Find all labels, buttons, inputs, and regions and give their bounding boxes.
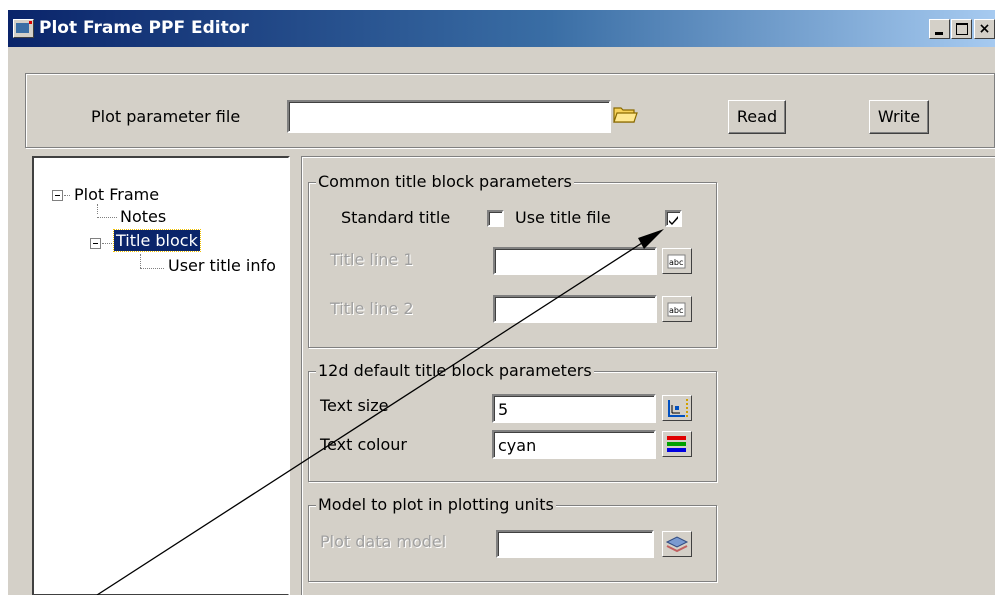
text-colour-label: Text colour bbox=[320, 435, 407, 454]
text-size-pick-button[interactable] bbox=[662, 395, 692, 421]
read-button[interactable]: Read bbox=[728, 100, 786, 134]
checkmark-icon bbox=[669, 216, 678, 225]
tree-item-notes[interactable]: Notes bbox=[120, 207, 166, 226]
title-bar[interactable]: Plot Frame PPF Editor × bbox=[8, 10, 995, 47]
text-edit-icon: abc bbox=[667, 254, 686, 269]
standard-title-checkbox[interactable] bbox=[487, 210, 504, 227]
title-line-2-input[interactable] bbox=[493, 295, 657, 323]
svg-text:abc: abc bbox=[669, 258, 683, 267]
minimize-button[interactable] bbox=[929, 19, 950, 39]
tree-item-user-title-info[interactable]: User title info bbox=[168, 256, 276, 275]
app-icon bbox=[13, 19, 34, 38]
title-line-2-edit-button[interactable]: abc bbox=[662, 296, 692, 322]
tree-item-plot-frame[interactable]: Plot Frame bbox=[74, 185, 159, 204]
title-line-1-label: Title line 1 bbox=[330, 250, 414, 269]
text-size-input[interactable]: 5 bbox=[492, 394, 656, 423]
default-title-block-group: 12d default title block parameters bbox=[308, 361, 717, 482]
measure-icon bbox=[668, 399, 688, 417]
text-size-label: Text size bbox=[320, 396, 389, 415]
plot-data-model-pick-button[interactable] bbox=[662, 531, 692, 557]
editor-window: Plot Frame PPF Editor × Plot parameter f… bbox=[8, 10, 995, 595]
folder-icon[interactable] bbox=[612, 102, 640, 132]
tree-view[interactable]: Plot Frame Notes Title block User title … bbox=[32, 156, 290, 595]
colour-bars-icon bbox=[667, 436, 686, 452]
common-title-block-legend: Common title block parameters bbox=[316, 172, 574, 191]
model-group-legend: Model to plot in plotting units bbox=[316, 495, 556, 514]
layers-icon bbox=[665, 536, 689, 553]
text-colour-input[interactable]: cyan bbox=[492, 430, 656, 459]
plot-data-model-input[interactable] bbox=[496, 530, 654, 558]
tree-item-title-block[interactable]: Title block bbox=[113, 229, 201, 252]
svg-text:abc: abc bbox=[669, 306, 683, 315]
use-title-file-label: Use title file bbox=[515, 208, 611, 227]
text-colour-pick-button[interactable] bbox=[662, 431, 692, 457]
standard-title-label: Standard title bbox=[341, 208, 451, 227]
title-line-2-label: Title line 2 bbox=[330, 299, 414, 318]
text-edit-icon: abc bbox=[667, 302, 686, 317]
title-line-1-edit-button[interactable]: abc bbox=[662, 248, 692, 274]
maximize-button[interactable] bbox=[951, 19, 972, 39]
expander-title-block-icon[interactable] bbox=[90, 238, 101, 249]
title-line-1-input[interactable] bbox=[493, 247, 657, 275]
default-title-block-legend: 12d default title block parameters bbox=[316, 361, 594, 380]
use-title-file-checkbox[interactable] bbox=[665, 210, 682, 227]
plot-data-model-label: Plot data model bbox=[320, 532, 447, 551]
write-button[interactable]: Write bbox=[869, 100, 929, 134]
plot-parameter-file-label: Plot parameter file bbox=[91, 107, 241, 126]
window-title: Plot Frame PPF Editor bbox=[39, 18, 249, 38]
close-button[interactable]: × bbox=[974, 19, 995, 39]
expander-plot-frame-icon[interactable] bbox=[52, 190, 63, 201]
plot-parameter-file-input[interactable] bbox=[287, 100, 611, 133]
